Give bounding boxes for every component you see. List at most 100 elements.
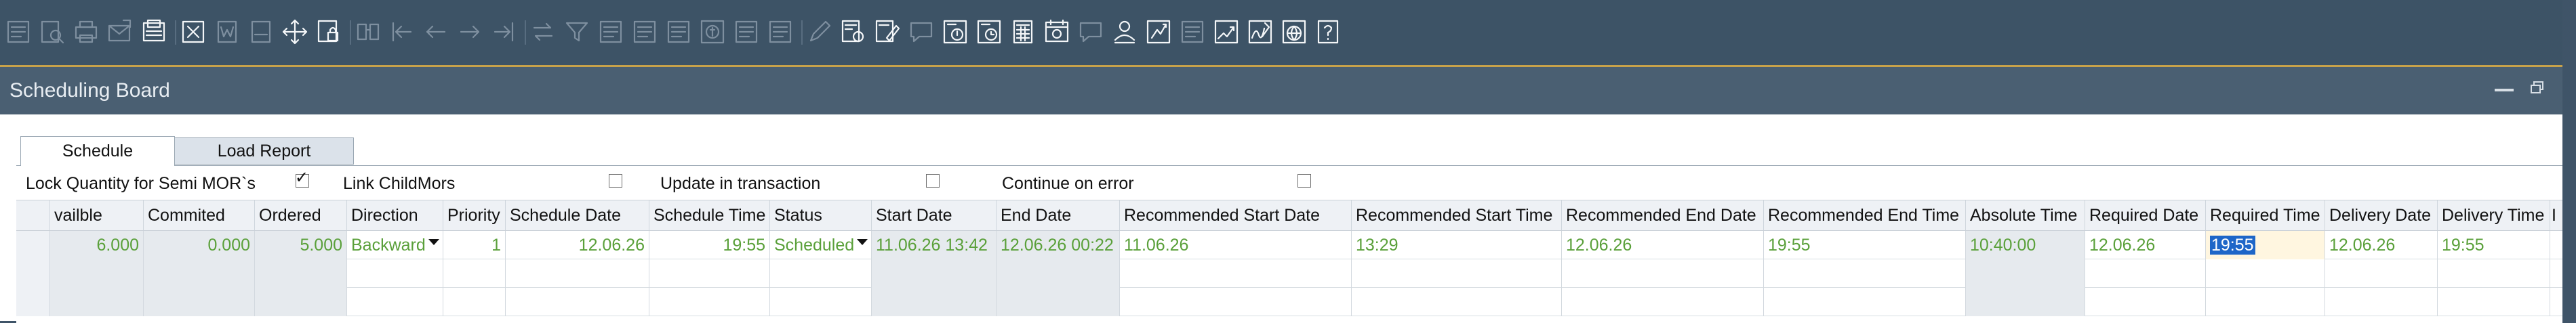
gross-profit-icon[interactable]	[732, 18, 761, 46]
column-header[interactable]: Start Date	[872, 200, 997, 230]
edit-icon[interactable]	[805, 18, 834, 46]
empty-cell[interactable]	[997, 259, 1120, 288]
previous-record-icon[interactable]	[422, 18, 450, 46]
word-icon[interactable]	[213, 18, 241, 46]
delivery-time-cell[interactable]: 19:55	[2438, 231, 2550, 259]
volume-weight-icon[interactable]	[766, 18, 794, 46]
empty-cell[interactable]	[347, 259, 443, 288]
row-selector[interactable]	[16, 288, 50, 316]
recommended-start-time-cell[interactable]: 13:29	[1352, 231, 1562, 259]
chat-icon[interactable]	[1076, 18, 1105, 46]
form-edit-icon[interactable]	[873, 18, 902, 46]
restore-icon[interactable]	[2530, 81, 2545, 95]
send-icon[interactable]	[106, 18, 134, 46]
column-header[interactable]: Recommended End Time	[1764, 200, 1966, 230]
base-document-icon[interactable]	[630, 18, 659, 46]
continue-on-error-checkbox[interactable]	[1297, 174, 1311, 188]
empty-cell[interactable]	[2085, 259, 2206, 288]
empty-cell[interactable]	[2206, 288, 2325, 316]
move-icon[interactable]	[281, 18, 309, 46]
empty-cell[interactable]	[2438, 288, 2550, 316]
priority-cell[interactable]: 1	[443, 231, 506, 259]
available-cell[interactable]: 6.000	[50, 231, 144, 259]
schedule-time-cell[interactable]: 19:55	[649, 231, 770, 259]
alert-icon[interactable]	[941, 18, 969, 46]
empty-cell[interactable]	[1966, 288, 2085, 316]
column-header[interactable]: Absolute Time	[1966, 200, 2085, 230]
empty-cell[interactable]	[50, 259, 144, 288]
column-header[interactable]: Ordered	[255, 200, 347, 230]
empty-cell[interactable]	[2438, 259, 2550, 288]
print-icon[interactable]	[72, 18, 100, 46]
start-date-cell[interactable]: 11.06.26 13:42	[872, 231, 997, 259]
empty-cell[interactable]	[443, 288, 506, 316]
empty-cell[interactable]	[144, 259, 255, 288]
empty-cell[interactable]	[1764, 288, 1966, 316]
empty-cell[interactable]	[1120, 259, 1352, 288]
update-in-transaction-checkbox[interactable]	[926, 174, 940, 188]
user-icon[interactable]	[1110, 18, 1139, 46]
payment-means-icon[interactable]	[698, 18, 727, 46]
empty-cell[interactable]	[1562, 288, 1764, 316]
fax-icon[interactable]	[140, 18, 168, 46]
lock-form-icon[interactable]	[315, 18, 343, 46]
empty-cell[interactable]	[2325, 259, 2438, 288]
column-header[interactable]: Recommended End Date	[1562, 200, 1764, 230]
recommended-end-date-cell[interactable]: 12.06.26	[1562, 231, 1764, 259]
calculator-icon[interactable]	[1009, 18, 1037, 46]
column-header[interactable]: Schedule Date	[506, 200, 649, 230]
calendar-icon[interactable]	[1043, 18, 1071, 46]
empty-cell[interactable]	[1764, 259, 1966, 288]
empty-cell[interactable]	[770, 259, 872, 288]
empty-cell[interactable]	[1966, 259, 2085, 288]
table-row[interactable]: 6.000 0.000 5.000 Backward 1 12.06.26 19…	[16, 231, 2562, 259]
dropdown-arrow-icon[interactable]	[857, 239, 868, 245]
column-header[interactable]: I	[2550, 200, 2562, 230]
empty-cell[interactable]	[255, 288, 347, 316]
empty-cell[interactable]	[2085, 288, 2206, 316]
absolute-time-cell[interactable]: 10:40:00	[1966, 231, 2085, 259]
empty-cell[interactable]	[1352, 288, 1562, 316]
empty-cell[interactable]	[649, 288, 770, 316]
column-header[interactable]: Required Date	[2085, 200, 2206, 230]
web-icon[interactable]	[1280, 18, 1308, 46]
find-icon[interactable]	[354, 18, 382, 46]
required-date-cell[interactable]: 12.06.26	[2085, 231, 2206, 259]
column-header[interactable]: Delivery Date	[2325, 200, 2438, 230]
empty-cell[interactable]	[1562, 259, 1764, 288]
column-header[interactable]: End Date	[997, 200, 1120, 230]
column-header[interactable]: vailble	[50, 200, 144, 230]
committed-cell[interactable]: 0.000	[144, 231, 255, 259]
row-selector[interactable]	[16, 259, 50, 288]
filter-icon[interactable]	[563, 18, 591, 46]
sort-icon[interactable]	[597, 18, 625, 46]
target-document-icon[interactable]	[664, 18, 693, 46]
chart-icon[interactable]	[1212, 18, 1241, 46]
delivery-date-cell[interactable]: 12.06.26	[2325, 231, 2438, 259]
recommended-end-time-cell[interactable]: 19:55	[1764, 231, 1966, 259]
column-header[interactable]: Priority	[443, 200, 506, 230]
crystal-report-icon[interactable]	[1144, 18, 1173, 46]
empty-cell[interactable]	[649, 259, 770, 288]
empty-cell[interactable]	[1352, 259, 1562, 288]
form-settings-icon[interactable]	[4, 18, 33, 46]
tab-load-report[interactable]: Load Report	[175, 137, 354, 165]
empty-cell[interactable]	[2206, 259, 2325, 288]
layout-icon[interactable]	[1178, 18, 1207, 46]
schedule-date-cell[interactable]: 12.06.26	[506, 231, 649, 259]
empty-cell[interactable]	[872, 259, 997, 288]
dropdown-arrow-icon[interactable]	[428, 239, 439, 245]
excel-icon[interactable]	[179, 18, 207, 46]
empty-cell[interactable]	[2325, 288, 2438, 316]
empty-cell[interactable]	[770, 288, 872, 316]
first-record-icon[interactable]	[388, 18, 416, 46]
column-header[interactable]: Schedule Time	[649, 200, 770, 230]
status-cell[interactable]: Scheduled	[770, 231, 872, 259]
empty-cell[interactable]	[144, 288, 255, 316]
empty-cell[interactable]	[506, 259, 649, 288]
help-icon[interactable]	[1314, 18, 1342, 46]
link-childmors-checkbox[interactable]	[609, 174, 622, 188]
lock-quantity-checkbox[interactable]: ✓	[295, 169, 309, 188]
required-time-cell[interactable]: 19:55	[2206, 231, 2325, 259]
row-selector[interactable]	[16, 231, 50, 259]
